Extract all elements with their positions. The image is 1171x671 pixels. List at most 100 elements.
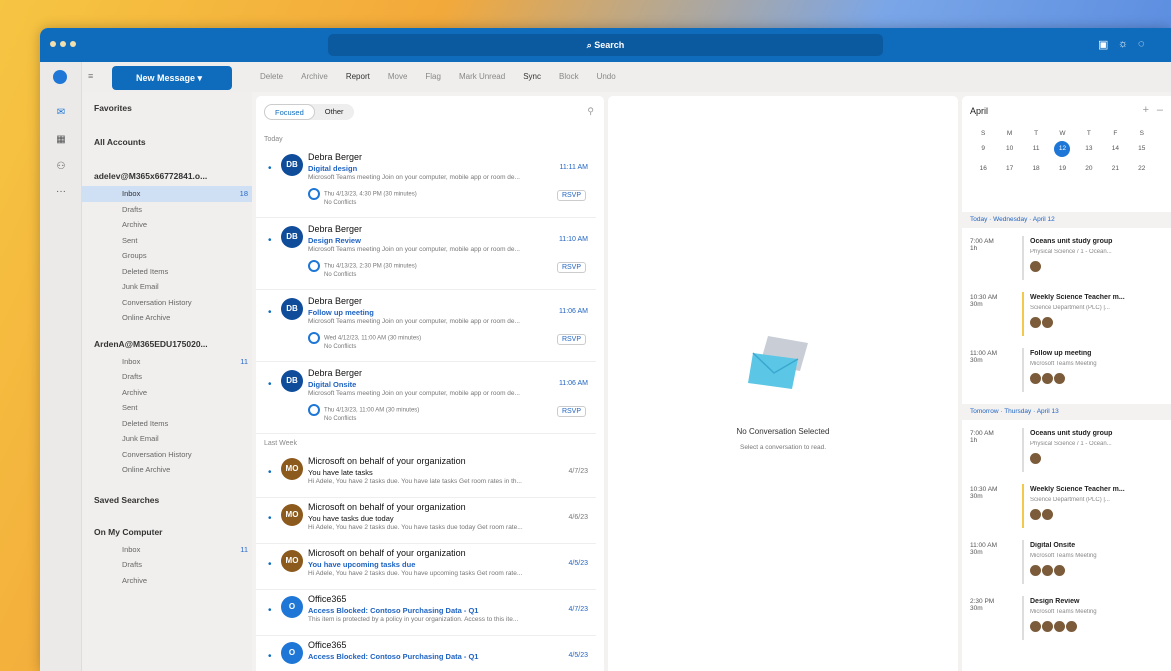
rsvp-button[interactable]: RSVP: [556, 190, 586, 201]
day-cell[interactable]: 17: [996, 165, 1022, 172]
sync-button[interactable]: Sync: [523, 72, 541, 81]
more-icon[interactable]: ···: [53, 186, 69, 200]
day-cell[interactable]: 15: [1129, 145, 1155, 157]
favorites-section[interactable]: Favorites: [82, 98, 252, 118]
folder-junk[interactable]: Junk Email: [82, 279, 252, 295]
undo-button[interactable]: Undo: [597, 72, 616, 81]
folder-online-archive[interactable]: Online Archive: [82, 310, 252, 326]
list-item[interactable]: • DB Debra Berger Digital design 11:11 AM Mic…: [256, 148, 596, 218]
event-start: 2:30 PM: [970, 598, 995, 605]
folder-deleted[interactable]: Deleted Items: [82, 264, 252, 280]
list-item[interactable]: • DB Debra Berger Follow up meeting 11:06 AM…: [256, 292, 596, 362]
folder-drafts[interactable]: Drafts: [82, 202, 252, 218]
rsvp-button[interactable]: RSVP: [556, 406, 586, 417]
calendar-event[interactable]: 2:30 PM 30m Design Review Microsoft Teams M…: [962, 594, 1171, 650]
day-cell[interactable]: 20: [1076, 165, 1102, 172]
time: 4/5/23: [568, 560, 588, 567]
attendees: [1030, 373, 1066, 386]
minimize-dot[interactable]: [60, 41, 66, 47]
tab-other[interactable]: Other: [315, 104, 354, 120]
event-duration: 30m: [970, 301, 983, 308]
move-button[interactable]: Move: [388, 72, 408, 81]
calendar-event[interactable]: 11:00 AM 30m Digital Onsite Microsoft Teams…: [962, 538, 1171, 594]
hamburger-icon[interactable]: ≡: [88, 71, 93, 81]
grid-icon[interactable]: ▣: [1098, 38, 1108, 51]
account-2[interactable]: ArdenA@M365EDU175020...: [82, 334, 252, 354]
day-cell[interactable]: 13: [1076, 145, 1102, 157]
day-cell[interactable]: 21: [1102, 165, 1128, 172]
calendar-icon[interactable]: ▦: [53, 134, 69, 148]
all-accounts-section[interactable]: All Accounts: [82, 132, 252, 152]
folder-drafts-2[interactable]: Drafts: [82, 369, 252, 385]
tab-focused[interactable]: Focused: [264, 104, 315, 120]
calendar-event[interactable]: 11:00 AM 30m Follow up meeting Microsoft Te…: [962, 346, 1171, 402]
calendar-event[interactable]: 7:00 AM 1h Oceans unit study group Physical…: [962, 426, 1171, 482]
filter-icon[interactable]: ⚲: [587, 106, 594, 117]
folder-conversation-history-2[interactable]: Conversation History: [82, 447, 252, 463]
list-item[interactable]: • DB Debra Berger Design Review 11:10 AM Micr…: [256, 220, 596, 290]
folder-archive-2[interactable]: Archive: [82, 385, 252, 401]
rsvp-button[interactable]: RSVP: [556, 334, 586, 345]
folder-deleted-2[interactable]: Deleted Items: [82, 416, 252, 432]
bell-icon[interactable]: ◌: [1138, 38, 1145, 50]
list-item[interactable]: • DB Debra Berger Digital Onsite 11:06 AM Mic…: [256, 364, 596, 434]
list-item[interactable]: • MO Microsoft on behalf of your organizat…: [256, 452, 596, 498]
avatar: O: [281, 642, 303, 664]
folder-groups[interactable]: Groups: [82, 248, 252, 264]
new-message-button[interactable]: New Message ▾: [112, 66, 232, 90]
folder-drafts-3[interactable]: Drafts: [82, 557, 252, 573]
mark-unread-button[interactable]: Mark Unread: [459, 72, 505, 81]
mail-icon[interactable]: ✉: [53, 107, 69, 121]
attendees: [1030, 621, 1078, 634]
folder-online-archive-2[interactable]: Online Archive: [82, 462, 252, 478]
calendar-event[interactable]: 7:00 AM 1h Oceans unit study group Physical…: [962, 234, 1171, 290]
sender-name: Debra Berger: [308, 224, 363, 234]
day-cell[interactable]: 9: [970, 145, 996, 157]
on-my-computer-section[interactable]: On My Computer: [82, 522, 252, 542]
preview: Hi Adele, You have 2 tasks due. You have…: [308, 524, 523, 531]
folder-conversation-history[interactable]: Conversation History: [82, 295, 252, 311]
folder-inbox-3[interactable]: Inbox 11: [82, 542, 252, 558]
search-input[interactable]: ⌕ Search: [328, 34, 883, 56]
list-item[interactable]: • O Office365 Access Blocked: Contoso Purch…: [256, 636, 596, 671]
folder-inbox[interactable]: Inbox 18: [82, 186, 252, 202]
close-dot[interactable]: [50, 41, 56, 47]
zoom-dot[interactable]: [70, 41, 76, 47]
saved-searches-section[interactable]: Saved Searches: [82, 490, 252, 510]
people-icon[interactable]: ⚇: [53, 161, 69, 175]
calendar-event[interactable]: 10:30 AM 30m Weekly Science Teacher m... Sc…: [962, 290, 1171, 346]
rsvp-button[interactable]: RSVP: [556, 262, 586, 273]
archive-button[interactable]: Archive: [301, 72, 328, 81]
folder-archive-3[interactable]: Archive: [82, 573, 252, 589]
report-button[interactable]: Report: [346, 72, 370, 81]
folder-inbox-2[interactable]: Inbox 11: [82, 354, 252, 370]
day-cell[interactable]: 11: [1023, 145, 1049, 157]
block-button[interactable]: Block: [559, 72, 579, 81]
list-item[interactable]: • MO Microsoft on behalf of your organizat…: [256, 544, 596, 590]
account-1[interactable]: adelev@M365x66772841.o...: [82, 166, 252, 186]
folder-sent[interactable]: Sent: [82, 233, 252, 249]
collapse-icon[interactable]: –: [1157, 104, 1163, 116]
delete-button[interactable]: Delete: [260, 72, 283, 81]
day-cell[interactable]: 18: [1023, 165, 1049, 172]
preview: This item is protected by a policy in yo…: [308, 616, 519, 623]
calendar-event[interactable]: 10:30 AM 30m Weekly Science Teacher m... Sc…: [962, 482, 1171, 538]
day-cell[interactable]: 12: [1054, 141, 1071, 157]
time: 11:10 AM: [558, 236, 588, 243]
folder-junk-2[interactable]: Junk Email: [82, 431, 252, 447]
day-cell[interactable]: 14: [1102, 145, 1128, 157]
preview: Microsoft Teams meeting Join on your com…: [308, 390, 520, 397]
day-cell[interactable]: 16: [970, 165, 996, 172]
lightbulb-icon[interactable]: ☼: [1118, 38, 1128, 50]
unread-count: 11: [240, 544, 248, 554]
day-cell[interactable]: 22: [1129, 165, 1155, 172]
flag-button[interactable]: Flag: [425, 72, 441, 81]
list-item[interactable]: • MO Microsoft on behalf of your organizat…: [256, 498, 596, 544]
folder-sent-2[interactable]: Sent: [82, 400, 252, 416]
folder-archive[interactable]: Archive: [82, 217, 252, 233]
add-icon[interactable]: +: [1143, 104, 1149, 116]
day-cell[interactable]: 10: [996, 145, 1022, 157]
list-item[interactable]: • O Office365 Access Blocked: Contoso Purch…: [256, 590, 596, 636]
day-cell[interactable]: 19: [1049, 165, 1075, 172]
avatar[interactable]: [53, 70, 67, 84]
